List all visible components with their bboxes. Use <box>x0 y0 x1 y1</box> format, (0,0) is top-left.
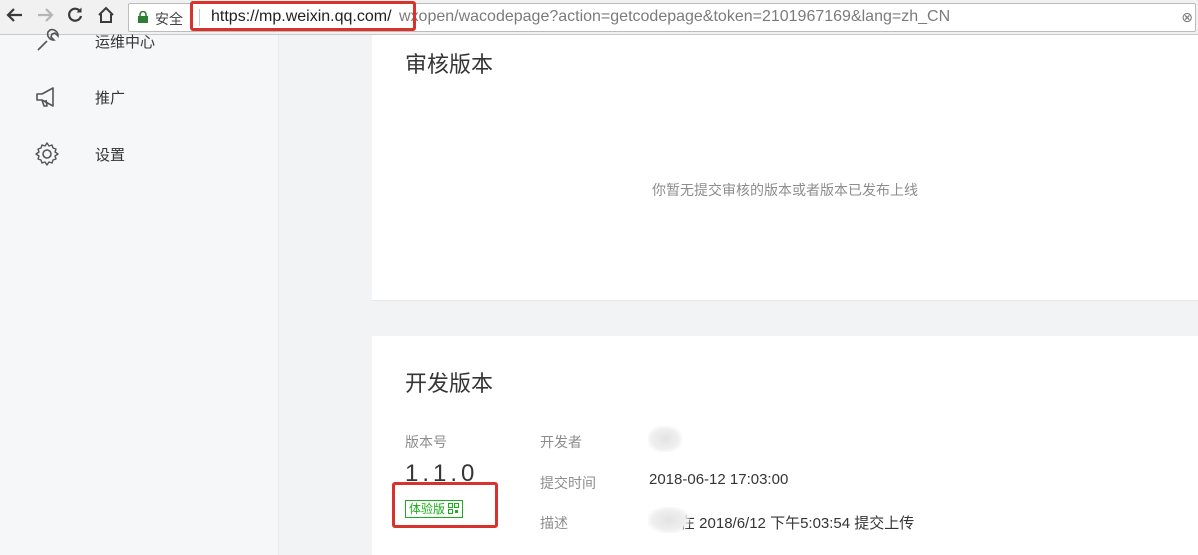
gear-icon <box>35 142 59 166</box>
back-arrow-icon <box>6 8 22 22</box>
dev-version-card: 开发版本 版本号 1.1.0 体验版 开发者 提交时间 2018-06-12 1… <box>372 336 1198 555</box>
submit-time-value: 2018-06-12 17:03:00 <box>649 471 789 488</box>
forward-arrow-icon <box>38 8 54 22</box>
developer-avatar-blurred <box>648 426 682 452</box>
url-path: wxopen/wacodepage?action=getcodepage&tok… <box>399 8 951 25</box>
home-icon <box>98 6 114 23</box>
back-button[interactable] <box>4 6 26 28</box>
review-version-card: 审核版本 你暂无提交审核的版本或者版本已发布上线 <box>372 35 1198 301</box>
description-value: 在 2018/6/12 下午5:03:54 提交上传 <box>680 515 915 532</box>
submit-time-label: 提交时间 <box>540 475 596 491</box>
description-blurred-region <box>648 507 690 533</box>
sidebar-item-label: 推广 <box>95 90 126 107</box>
review-section-title: 审核版本 <box>405 52 494 77</box>
dev-section-title: 开发版本 <box>405 371 494 396</box>
sidebar-item-settings[interactable]: 设置 <box>32 138 272 168</box>
review-empty-message: 你暂无提交审核的版本或者版本已发布上线 <box>652 182 918 198</box>
developer-label: 开发者 <box>540 434 582 450</box>
sidebar-item-ops-center[interactable]: 运维中心 <box>32 25 272 55</box>
site-settings-icon[interactable]: ⊗ <box>1181 9 1193 26</box>
description-label: 描述 <box>540 515 568 531</box>
sidebar-item-promotion[interactable]: 推广 <box>32 81 272 111</box>
reload-icon <box>68 7 83 22</box>
sidebar-item-label: 设置 <box>95 147 126 164</box>
sidebar-item-label: 运维中心 <box>95 34 156 51</box>
sidebar: 运维中心 推广 设置 <box>0 28 279 555</box>
wrench-icon <box>37 28 59 51</box>
version-label: 版本号 <box>405 434 447 450</box>
trial-badge-highlight-box <box>392 482 498 528</box>
megaphone-icon <box>36 87 54 107</box>
lock-icon <box>138 11 148 23</box>
